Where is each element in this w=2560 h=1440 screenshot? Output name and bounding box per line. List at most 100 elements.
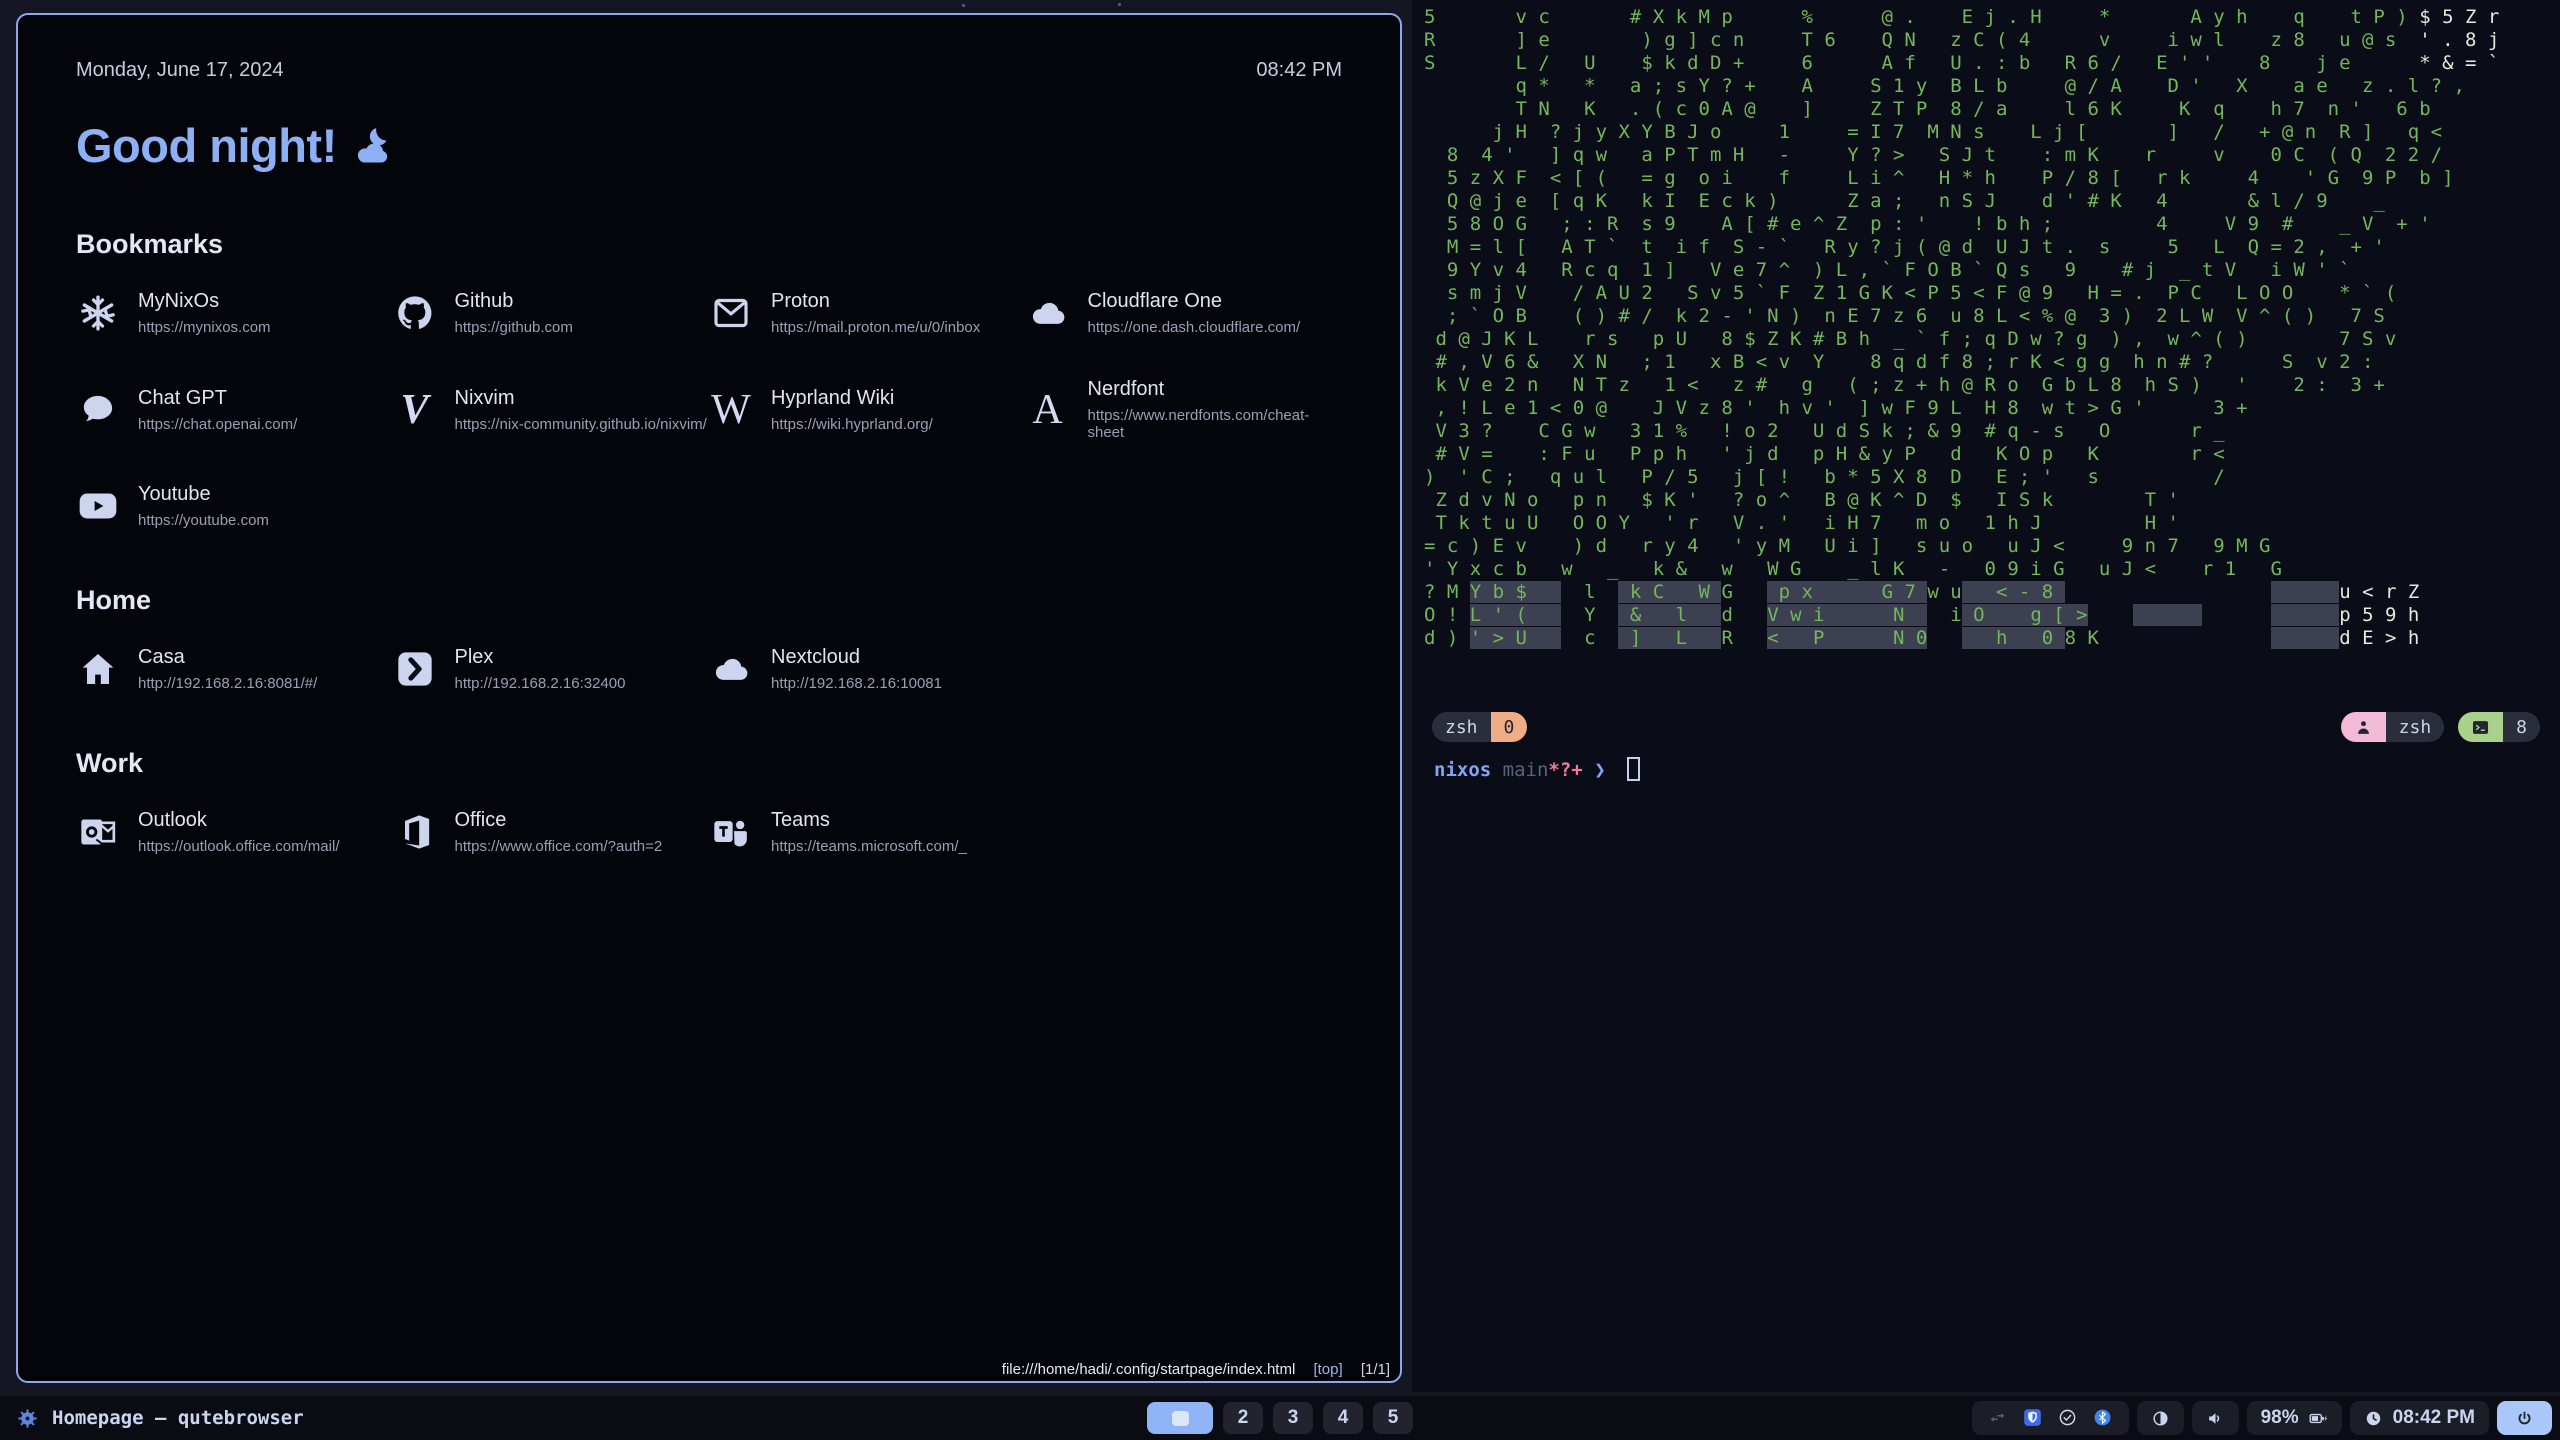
bookmark-url: https://www.nerdfonts.com/cheat-sheet — [1088, 407, 1343, 441]
statusbar-url: file:///home/hadi/.config/startpage/inde… — [1002, 1361, 1296, 1378]
tmux-window-index: 0 — [1491, 712, 1528, 742]
workspace-2[interactable]: 2 — [1223, 1402, 1263, 1434]
qutebrowser-window: Monday, June 17, 2024 08:42 PM Good nigh… — [16, 13, 1402, 1383]
matrix-row: ? M Y b $ l k C W G p x G 7 w u < - 8 u … — [1424, 581, 2554, 604]
greeting-text: Good night! — [76, 118, 337, 173]
bookmark-name: Proton — [771, 290, 980, 313]
bookmark-teams[interactable]: Teamshttps://teams.microsoft.com/_ — [709, 809, 1026, 855]
bookmark-name: Nerdfont — [1088, 378, 1343, 401]
battery-percentage: 98% — [2261, 1407, 2299, 1429]
nix-snowflake-icon — [76, 291, 120, 335]
bookmark-url: https://teams.microsoft.com/_ — [771, 838, 967, 855]
workspace-label: 5 — [1388, 1407, 1399, 1429]
bookmark-office[interactable]: Office https://www.office.com/?auth=2 — [393, 809, 710, 855]
prompt-git-branch: main — [1503, 759, 1549, 781]
tmux-window-name: zsh — [1432, 712, 1491, 742]
prompt-git-status: *?+ — [1548, 759, 1582, 781]
clock-module[interactable]: 08:42 PM — [2350, 1401, 2489, 1435]
bookmark-name: Outlook — [138, 809, 339, 832]
sections: BookmarksMyNixOshttps://mynixos.comGithu… — [76, 229, 1342, 855]
matrix-row: ; ` O B ( ) # / k 2 - ' N ) n E 7 z 6 u … — [1424, 305, 2554, 328]
matrix-row: R ] e ) g ] c n T 6 Q N z C ( 4 v i w l … — [1424, 29, 2554, 52]
matrix-row: T N K . ( c 0 A @ ] Z T P 8 / a l 6 K K … — [1424, 98, 2554, 121]
speaker-icon — [2206, 1409, 2225, 1428]
bookmark-cloudflare-one[interactable]: Cloudflare Onehttps://one.dash.cloudflar… — [1026, 290, 1343, 336]
shell-prompt[interactable]: nixos main*?+ ❯ — [1434, 757, 1640, 781]
bookmark-name: Casa — [138, 646, 317, 669]
bookmark-github[interactable]: Github https://github.com — [393, 290, 710, 336]
bitwarden-shield-icon[interactable] — [2023, 1408, 2043, 1428]
check-circle-icon[interactable] — [2058, 1408, 2078, 1428]
terminal-window: 5 v c # X k M p % @ . E j . H * A y h q … — [1412, 0, 2560, 1392]
cloud-icon — [1026, 291, 1070, 335]
matrix-row: j H ? j y X Y B J o 1 = I 7 M N s L j [ … — [1424, 121, 2554, 144]
matrix-row: # V = : F u P p h ' j d p H & y P d K O … — [1424, 443, 2554, 466]
night-light-module[interactable] — [2137, 1401, 2184, 1435]
nerdfont-a-icon: A — [1026, 388, 1070, 432]
terminal-icon — [2458, 712, 2503, 742]
plex-icon — [393, 647, 437, 691]
tmux-session-name: zsh — [2386, 712, 2445, 742]
office-icon — [393, 810, 437, 854]
matrix-row: ) ' C ; q u l P / 5 j [ ! b * 5 X 8 D E … — [1424, 466, 2554, 489]
volume-module[interactable] — [2192, 1401, 2239, 1435]
bookmark-nerdfont[interactable]: A Nerdfont https://www.nerdfonts.com/cheat… — [1026, 378, 1343, 441]
bookmark-url: https://github.com — [455, 319, 573, 336]
power-button[interactable] — [2497, 1401, 2552, 1435]
bookmark-url: https://wiki.hyprland.org/ — [771, 416, 933, 433]
bookmark-name: Nixvim — [455, 387, 707, 410]
matrix-row: 9 Y v 4 R c q 1 ] V e 7 ^ ) L , ` F O B … — [1424, 259, 2554, 282]
bookmark-chat-gpt[interactable]: Chat GPThttps://chat.openai.com/ — [76, 378, 393, 441]
bookmark-hyprland-wiki[interactable]: WHyprland Wikihttps://wiki.hyprland.org/ — [709, 378, 1026, 441]
workspace-1-active[interactable] — [1147, 1402, 1213, 1434]
bookmark-name: Nextcloud — [771, 646, 942, 669]
matrix-row: = c ) E v ) d r y 4 ' y M U i ] s u o u … — [1424, 535, 2554, 558]
chat-bubble-icon — [76, 388, 120, 432]
section-title-work: Work — [76, 748, 1342, 779]
bookmark-outlook[interactable]: Outlookhttps://outlook.office.com/mail/ — [76, 809, 393, 855]
bookmark-mynixos[interactable]: MyNixOshttps://mynixos.com — [76, 290, 393, 336]
bookmark-proton[interactable]: Protonhttps://mail.proton.me/u/0/inbox — [709, 290, 1026, 336]
system-tray — [1972, 1401, 2129, 1435]
power-icon — [2515, 1409, 2534, 1428]
bookmark-name: Office — [455, 809, 663, 832]
envelope-icon — [709, 291, 753, 335]
battery-module[interactable]: 98% — [2247, 1401, 2342, 1435]
workspace-4[interactable]: 4 — [1323, 1402, 1363, 1434]
matrix-row: k V e 2 n N T z 1 < z # g ( ; z + h @ R … — [1424, 374, 2554, 397]
bookmark-name: Plex — [455, 646, 626, 669]
teams-icon — [709, 810, 753, 854]
matrix-row: Z d v N o p n $ K ' ? o ^ B @ K ^ D $ I … — [1424, 489, 2554, 512]
matrix-row: s m j V / A U 2 S v 5 ` F Z 1 G K < P 5 … — [1424, 282, 2554, 305]
bookmark-youtube[interactable]: Youtubehttps://youtube.com — [76, 483, 393, 529]
bluetooth-icon[interactable] — [2093, 1408, 2113, 1428]
kdeconnect-arrows-icon[interactable] — [1988, 1408, 2008, 1428]
clock-time: 08:42 PM — [2393, 1407, 2475, 1429]
statusbar-scroll-position: [top] — [1313, 1361, 1342, 1378]
bookmark-name: Chat GPT — [138, 387, 297, 410]
matrix-row: Q @ j e [ q K k I E c k ) Z a ; n S J d … — [1424, 190, 2554, 213]
active-window-module: Homepage — qutebrowser — [16, 1407, 304, 1430]
bookmark-url: http://192.168.2.16:32400 — [455, 675, 626, 692]
outlook-icon — [76, 810, 120, 854]
prompt-host: nixos — [1434, 759, 1491, 781]
bookmark-plex[interactable]: Plex http://192.168.2.16:32400 — [393, 646, 710, 692]
tmux-statusline: zsh 0 zsh 8 — [1412, 712, 2560, 742]
workspace-3[interactable]: 3 — [1273, 1402, 1313, 1434]
clock-icon — [2364, 1409, 2383, 1428]
bookmark-url: https://www.office.com/?auth=2 — [455, 838, 663, 855]
bookmark-nextcloud[interactable]: Nextcloudhttp://192.168.2.16:10081 — [709, 646, 1026, 692]
bookmark-name: Github — [455, 290, 573, 313]
workspace-5[interactable]: 5 — [1373, 1402, 1413, 1434]
bookmark-url: http://192.168.2.16:8081/#/ — [138, 675, 317, 692]
workspace-label: 4 — [1338, 1407, 1349, 1429]
startpage-time: 08:42 PM — [1256, 59, 1342, 82]
matrix-row: V 3 ? C G w 3 1 % ! o 2 U d S k ; & 9 # … — [1424, 420, 2554, 443]
waybar: Homepage — qutebrowser 23 4 5 98% — [0, 1396, 2560, 1440]
bookmark-name: Hyprland Wiki — [771, 387, 933, 410]
tmux-window-tab[interactable]: zsh 0 — [1432, 712, 1527, 742]
matrix-row: S L / U $ k d D + 6 A f U . : b R 6 / E … — [1424, 52, 2554, 75]
bookmark-nixvim[interactable]: VNixvimhttps://nix-community.github.io/n… — [393, 378, 710, 441]
section-grid: Casa http://192.168.2.16:8081/#/ Plex http:… — [76, 646, 1342, 692]
bookmark-casa[interactable]: Casa http://192.168.2.16:8081/#/ — [76, 646, 393, 692]
